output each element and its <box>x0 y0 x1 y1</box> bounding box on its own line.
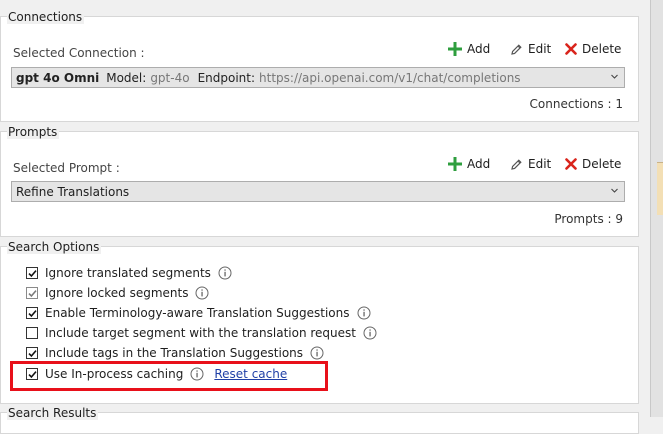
info-icon[interactable] <box>195 286 209 300</box>
add-connection-label: Add <box>467 42 491 56</box>
option-include-target-segment[interactable]: Include target segment with the translat… <box>26 326 377 340</box>
pencil-icon <box>511 158 522 170</box>
connection-endpoint-value: https://api.openai.com/v1/chat/completio… <box>259 70 521 85</box>
checkbox[interactable] <box>26 287 38 299</box>
delete-connection-label: Delete <box>582 42 622 56</box>
checkmark-icon <box>28 310 37 318</box>
info-icon[interactable] <box>310 346 324 360</box>
plus-icon <box>448 157 462 171</box>
info-icon[interactable] <box>218 266 232 280</box>
info-icon[interactable] <box>363 326 377 340</box>
option-label: Include tags in the Translation Suggesti… <box>45 346 304 360</box>
connection-name: gpt 4o Omni <box>16 70 100 85</box>
add-prompt-button[interactable]: Add <box>448 157 490 171</box>
connection-dropdown[interactable]: gpt 4o Omni Model: gpt-4o Endpoint: http… <box>11 67 625 88</box>
edit-connection-button[interactable]: Edit <box>510 42 551 56</box>
selected-connection-label: Selected Connection : <box>13 46 145 60</box>
edit-connection-label: Edit <box>528 42 552 56</box>
checkbox[interactable] <box>26 307 38 319</box>
pencil-icon <box>511 43 522 55</box>
right-edge-accent <box>657 162 663 215</box>
prompt-dropdown[interactable]: Refine Translations <box>11 181 625 202</box>
info-icon[interactable] <box>357 306 371 320</box>
edit-prompt-button[interactable]: Edit <box>510 157 551 171</box>
connection-model-value: gpt-4o <box>150 70 190 85</box>
delete-prompt-button[interactable]: Delete <box>565 157 621 171</box>
chevron-down-icon <box>611 188 618 193</box>
add-connection-button[interactable]: Add <box>448 42 490 56</box>
option-label: Enable Terminology-aware Translation Sug… <box>45 306 350 320</box>
delete-prompt-label: Delete <box>582 157 622 171</box>
checkmark-icon <box>28 350 37 358</box>
connections-legend: Connections <box>7 10 85 24</box>
connection-model-key: Model: <box>106 70 147 85</box>
delete-x-icon <box>565 43 577 55</box>
option-ignore-locked[interactable]: Ignore locked segments <box>26 286 209 300</box>
option-ignore-translated[interactable]: Ignore translated segments <box>26 266 232 280</box>
chevron-down-icon <box>611 74 618 79</box>
delete-x-icon <box>565 158 577 170</box>
search-options-legend: Search Options <box>7 240 102 254</box>
selected-prompt-label: Selected Prompt : <box>13 161 120 175</box>
connection-endpoint-key: Endpoint: <box>197 70 256 85</box>
prompts-count: Prompts : 9 <box>554 212 623 226</box>
prompt-selected-value: Refine Translations <box>16 184 130 199</box>
checkmark-icon <box>28 290 37 298</box>
option-include-tags[interactable]: Include tags in the Translation Suggesti… <box>26 346 324 360</box>
highlight-box <box>10 361 328 391</box>
plus-icon <box>448 42 462 56</box>
delete-connection-button[interactable]: Delete <box>565 42 621 56</box>
checkbox[interactable] <box>26 347 38 359</box>
connections-count: Connections : 1 <box>529 97 623 111</box>
edit-prompt-label: Edit <box>528 157 552 171</box>
checkbox[interactable] <box>26 327 38 339</box>
option-terminology-aware[interactable]: Enable Terminology-aware Translation Sug… <box>26 306 371 320</box>
checkbox[interactable] <box>26 267 38 279</box>
option-label: Ignore locked segments <box>45 286 189 300</box>
option-label: Include target segment with the translat… <box>45 326 356 340</box>
add-prompt-label: Add <box>467 157 491 171</box>
search-results-legend: Search Results <box>7 406 99 420</box>
checkmark-icon <box>28 270 37 278</box>
prompts-legend: Prompts <box>7 125 60 139</box>
option-label: Ignore translated segments <box>45 266 211 280</box>
